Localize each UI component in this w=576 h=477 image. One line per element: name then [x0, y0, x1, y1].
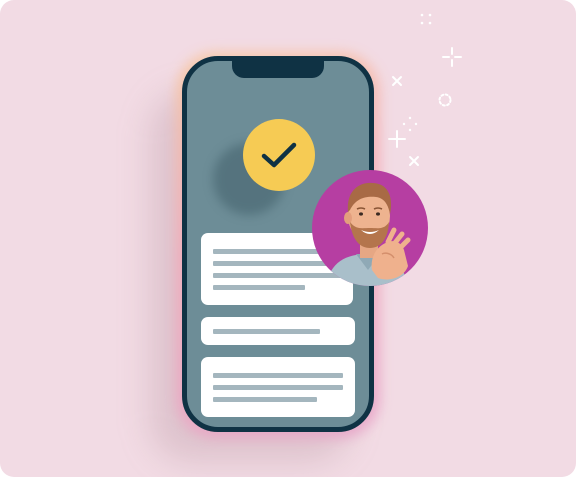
placeholder-line	[213, 372, 343, 378]
check-badge	[243, 119, 315, 191]
placeholder-line	[213, 328, 320, 334]
content-card	[201, 357, 355, 417]
person-photo	[326, 182, 411, 286]
placeholder-line	[213, 396, 317, 402]
placeholder-line	[213, 284, 306, 290]
placeholder-line	[213, 384, 343, 390]
check-icon	[261, 142, 297, 168]
content-card	[201, 317, 355, 345]
sparkle-icon	[388, 13, 462, 166]
illustration-scene	[0, 0, 576, 477]
avatar	[312, 170, 428, 286]
placeholder-line	[213, 272, 341, 278]
phone-notch	[232, 61, 324, 78]
